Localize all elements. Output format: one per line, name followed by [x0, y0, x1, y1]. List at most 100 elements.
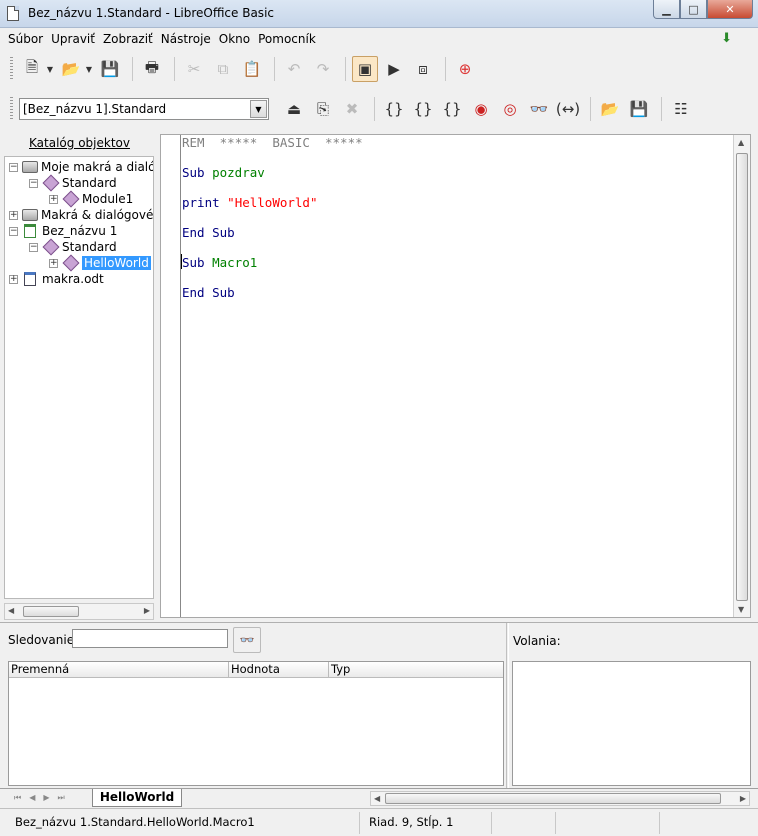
tab-helloworld[interactable]: HelloWorld [92, 789, 182, 807]
select-module-icon[interactable]: ⧈ [410, 56, 436, 82]
editor-hscrollbar[interactable]: ◀ ▶ [370, 791, 750, 806]
object-catalog-icon[interactable]: ▣ [352, 56, 378, 82]
scroll-right-icon[interactable]: ▶ [740, 794, 746, 803]
menu-tools[interactable]: Nástroje [157, 32, 215, 46]
toolbar-grip-2[interactable] [10, 97, 13, 121]
scroll-left-icon[interactable]: ◀ [374, 794, 380, 803]
collapse-icon[interactable]: − [9, 162, 18, 172]
paste-icon[interactable]: 📋 [239, 56, 265, 82]
collapse-icon[interactable]: − [29, 178, 38, 188]
editor-vscrollbar[interactable]: ▲ ▼ [733, 135, 750, 617]
menu-bar: Súbor Upraviť Zobraziť Nástroje Okno Pom… [0, 28, 758, 50]
expand-icon[interactable]: + [9, 210, 18, 220]
manage-breakpoints-icon[interactable]: ◎ [497, 96, 523, 122]
first-tab-icon[interactable]: ⏮ [14, 793, 21, 803]
collapse-icon[interactable]: − [9, 226, 18, 236]
enable-watch-icon[interactable]: 👓 [526, 96, 552, 122]
prev-tab-icon[interactable]: ◀ [29, 793, 35, 803]
standard-toolbar: 🗎 ▼ 📂 ▼ 💾 🖶 ✂ ⧉ 📋 ↶ ↷ ▣ ▶ ⧈ ⊕ [0, 52, 758, 86]
open-dropdown-icon[interactable]: ▼ [84, 56, 94, 82]
tree-node-my-standard[interactable]: − Standard [29, 174, 117, 192]
stop-icon[interactable]: ✖ [339, 96, 365, 122]
step-out-icon[interactable]: {} [439, 96, 465, 122]
column-type[interactable]: Typ [329, 662, 504, 678]
watch-glasses-icon[interactable]: 👓 [233, 627, 261, 653]
code-editor[interactable]: REM ***** BASIC ***** Sub pozdrav print … [160, 134, 751, 618]
scroll-left-icon[interactable]: ◀ [8, 606, 14, 615]
macro-toolbar: [Bez_názvu 1].Standard ▼ ⏏ ⎘ ✖ {} {} {} … [0, 92, 758, 126]
scroll-down-icon[interactable]: ▼ [738, 605, 744, 614]
title-bar: Bez_názvu 1.Standard - LibreOffice Basic… [0, 0, 758, 28]
document-icon [7, 6, 19, 21]
update-download-icon[interactable]: ⬇ [721, 31, 732, 46]
select-macro-icon[interactable]: ▶ [381, 56, 407, 82]
undo-icon[interactable]: ↶ [281, 56, 307, 82]
code-line-5: print "HelloWorld" [182, 195, 318, 210]
module-tab-bar: ⏮ ◀ ▶ ⏭ HelloWorld ◀ ▶ [0, 788, 758, 808]
tree-node-module1[interactable]: + Module1 [49, 190, 133, 208]
variables-header: Premenná Hodnota Typ [9, 662, 503, 678]
find-parentheses-icon[interactable]: (↔) [555, 96, 581, 122]
redo-icon[interactable]: ↷ [310, 56, 336, 82]
toolbar-grip[interactable] [10, 57, 13, 81]
menu-window[interactable]: Okno [215, 32, 254, 46]
last-tab-icon[interactable]: ⏭ [58, 793, 65, 803]
compile-icon[interactable]: ⏏ [281, 96, 307, 122]
tree-node-helloworld[interactable]: + HelloWorld [49, 254, 151, 272]
breakpoint-margin[interactable] [161, 135, 181, 617]
status-cell-empty-3 [664, 812, 754, 834]
new-document-icon[interactable]: 🗎 [19, 56, 45, 82]
tree-node-makra[interactable]: + makra.odt [9, 271, 104, 287]
code-line-9: Sub Macro1 [182, 255, 258, 270]
step-into-icon[interactable]: {} [381, 96, 407, 122]
watch-input[interactable] [72, 629, 228, 648]
copy-icon[interactable]: ⧉ [210, 56, 236, 82]
scroll-thumb[interactable] [736, 153, 748, 601]
column-value[interactable]: Hodnota [229, 662, 329, 678]
print-icon[interactable]: 🖶 [139, 56, 165, 82]
menu-view[interactable]: Zobraziť [99, 32, 157, 46]
menu-edit[interactable]: Upraviť [47, 32, 99, 46]
step-over-icon[interactable]: {} [410, 96, 436, 122]
scroll-thumb[interactable] [23, 606, 79, 617]
column-variable[interactable]: Premenná [9, 662, 229, 678]
tree-node-my-macros[interactable]: − Moje makrá a dialógy [9, 159, 153, 175]
scroll-thumb[interactable] [385, 793, 721, 804]
new-dropdown-icon[interactable]: ▼ [45, 56, 55, 82]
run-basic-icon[interactable]: ⎘ [310, 96, 336, 122]
library-select[interactable]: [Bez_názvu 1].Standard ▼ [19, 98, 269, 120]
watch-label: Sledovanie: [8, 633, 79, 647]
expand-icon[interactable]: + [49, 194, 58, 204]
close-button[interactable]: ✕ [707, 0, 753, 19]
next-tab-icon[interactable]: ▶ [43, 793, 49, 803]
minimize-button[interactable]: ▁ [653, 0, 680, 19]
status-cell-empty-1 [496, 812, 556, 834]
expand-icon[interactable]: + [9, 274, 18, 284]
catalog-tree[interactable]: − Moje makrá a dialógy − Standard + Modu… [4, 156, 154, 599]
catalog-hscrollbar[interactable]: ◀ ▶ [4, 603, 154, 620]
variables-table[interactable]: Premenná Hodnota Typ [8, 661, 504, 786]
open-icon[interactable]: 📂 [58, 56, 84, 82]
tree-node-doc-standard[interactable]: − Standard [29, 238, 117, 256]
tree-node-lo-macros[interactable]: + Makrá & dialógové [9, 207, 153, 223]
insert-controls-icon[interactable]: ☷ [668, 96, 694, 122]
status-location: Bez_názvu 1.Standard.HelloWorld.Macro1 [10, 812, 360, 834]
maximize-button[interactable]: □ [680, 0, 707, 19]
help-lifebuoy-icon[interactable]: ⊕ [452, 56, 478, 82]
panel-splitter[interactable] [506, 623, 509, 789]
save-icon[interactable]: 💾 [97, 56, 123, 82]
chevron-down-icon[interactable]: ▼ [250, 100, 267, 118]
drive-icon [22, 161, 38, 173]
scroll-right-icon[interactable]: ▶ [144, 606, 150, 615]
breakpoint-icon[interactable]: ◉ [468, 96, 494, 122]
menu-help[interactable]: Pomocník [254, 32, 320, 46]
menu-file[interactable]: Súbor [4, 32, 47, 46]
collapse-icon[interactable]: − [29, 242, 38, 252]
calls-list[interactable] [512, 661, 751, 786]
expand-icon[interactable]: + [49, 258, 58, 268]
tree-node-document[interactable]: − Bez_názvu 1 [9, 223, 117, 239]
export-basic-icon[interactable]: 💾 [626, 96, 652, 122]
cut-icon[interactable]: ✂ [181, 56, 207, 82]
scroll-up-icon[interactable]: ▲ [738, 138, 744, 147]
import-basic-icon[interactable]: 📂 [597, 96, 623, 122]
